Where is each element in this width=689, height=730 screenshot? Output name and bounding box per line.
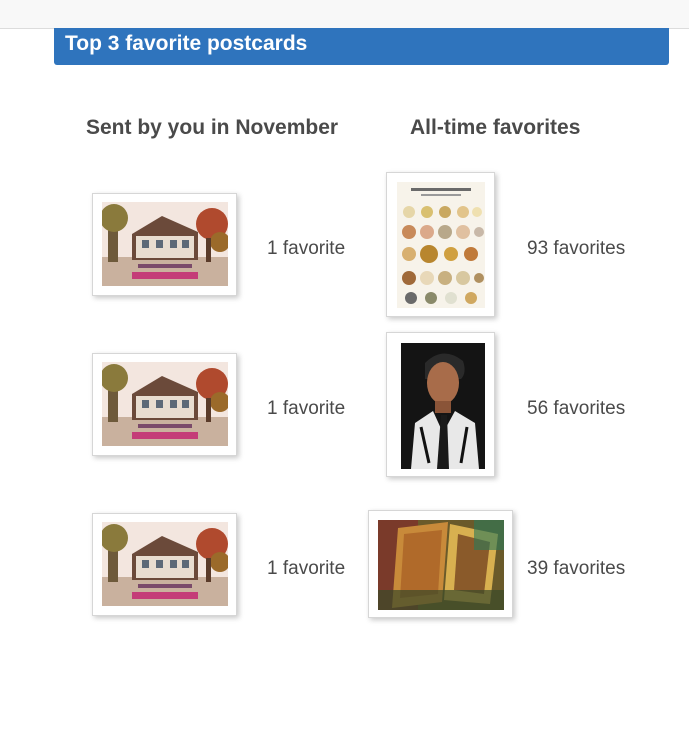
alltime-column-heading: All-time favorites bbox=[410, 116, 581, 139]
top-toolbar-strip bbox=[0, 0, 689, 29]
alltime-postcard-3[interactable] bbox=[368, 510, 513, 618]
alltime-postcard-2[interactable] bbox=[386, 332, 495, 477]
sent-favorites-count-3: 1 favorite bbox=[267, 558, 346, 579]
alltime-postcard-1[interactable] bbox=[386, 172, 495, 317]
sent-postcard-1[interactable] bbox=[92, 193, 237, 296]
cheese-chart-postcard-image bbox=[397, 182, 485, 308]
alltime-favorites-count-1: 93 favorites bbox=[527, 238, 626, 259]
sent-favorites-count-2: 1 favorite bbox=[267, 398, 346, 419]
panel-header: Top 3 favorite postcards bbox=[54, 28, 669, 65]
house-postcard-image bbox=[102, 362, 228, 446]
alltime-favorites-count-2: 56 favorites bbox=[527, 398, 626, 419]
panel-title: Top 3 favorite postcards bbox=[65, 32, 308, 55]
sent-column-heading: Sent by you in November bbox=[86, 116, 339, 139]
house-postcard-image bbox=[102, 202, 228, 286]
abstract-painting-postcard-image bbox=[378, 520, 504, 610]
sent-favorites-count-1: 1 favorite bbox=[267, 238, 346, 259]
portrait-postcard-image bbox=[401, 343, 485, 469]
house-postcard-image bbox=[102, 522, 228, 606]
alltime-favorites-count-3: 39 favorites bbox=[527, 558, 626, 579]
sent-postcard-3[interactable] bbox=[92, 513, 237, 616]
sent-postcard-2[interactable] bbox=[92, 353, 237, 456]
